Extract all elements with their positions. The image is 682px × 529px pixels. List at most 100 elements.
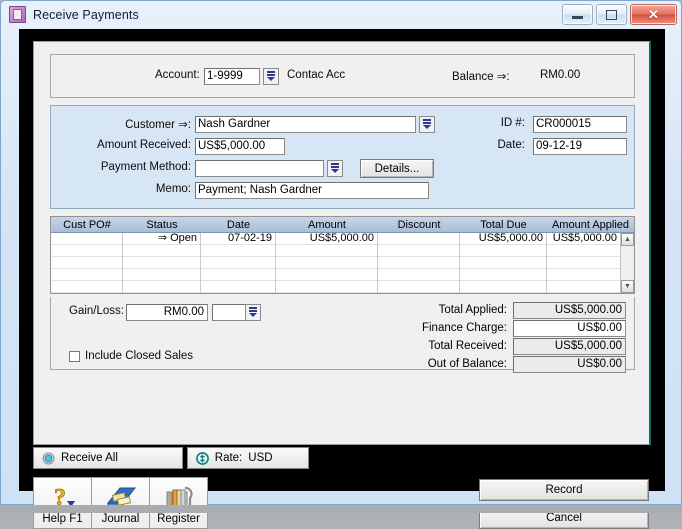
- gain-loss-input[interactable]: RM0.00: [126, 304, 208, 321]
- out-of-balance-label: Out of Balance:: [427, 358, 507, 370]
- column-header-total-due: Total Due: [480, 218, 527, 231]
- cell-empty: [547, 269, 620, 281]
- total-applied-row: Total Applied: US$5,000.00: [371, 301, 626, 319]
- memo-input[interactable]: Payment; Nash Gardner: [195, 182, 429, 199]
- account-input[interactable]: 1-9999: [204, 68, 260, 85]
- id-input[interactable]: CR000015: [533, 116, 627, 133]
- cell-empty: [547, 245, 620, 257]
- totals-list: Total Applied: US$5,000.00 Finance Charg…: [371, 301, 626, 374]
- table-scrollbar[interactable]: ▲ ▼: [620, 233, 634, 293]
- customer-label: Customer ⇒:: [125, 119, 191, 131]
- date-input[interactable]: 09-12-19: [533, 138, 627, 155]
- column-header-amount-applied: Amount Applied: [551, 218, 630, 231]
- total-received-value: US$5,000.00: [513, 337, 626, 355]
- cell-total-due: US$5,000.00: [460, 233, 547, 245]
- scroll-up-icon[interactable]: ▲: [621, 233, 634, 246]
- receive-all-icon: [42, 452, 55, 464]
- cell-empty: [201, 281, 276, 293]
- table-row-empty[interactable]: [51, 281, 634, 293]
- gain-loss-dropdown-button[interactable]: [245, 304, 261, 321]
- cell-empty: [460, 269, 547, 281]
- cell-cust-po: [51, 233, 123, 245]
- cell-empty: [123, 269, 201, 281]
- totals-section: Gain/Loss: RM0.00 Include Closed Sales T…: [50, 297, 635, 373]
- receive-all-button[interactable]: Receive All: [33, 447, 183, 469]
- rate-value: USD: [248, 452, 273, 464]
- scroll-down-icon[interactable]: ▼: [621, 280, 634, 293]
- table-row[interactable]: ⇒ Open 07-02-19 US$5,000.00 US$5,000.00 …: [51, 233, 634, 245]
- amount-received-label: Amount Received:: [97, 139, 191, 151]
- checkbox-icon[interactable]: [69, 350, 80, 362]
- gain-loss-currency-input[interactable]: [212, 304, 246, 321]
- payment-method-input[interactable]: [195, 160, 324, 177]
- gain-loss-label: Gain/Loss:: [69, 305, 124, 317]
- help-button[interactable]: ? Help F1: [33, 477, 92, 529]
- column-header-status: Status: [146, 218, 178, 231]
- amount-received-input[interactable]: US$5,000.00: [195, 138, 285, 155]
- table-row-empty[interactable]: [51, 269, 634, 281]
- invoices-table: Cust PO# Status Date Amount Discount Tot…: [50, 216, 635, 294]
- customer-dropdown-button[interactable]: [419, 116, 435, 133]
- currency-rate-icon: [195, 451, 209, 465]
- journal-button[interactable]: Journal: [91, 477, 150, 529]
- out-of-balance-row: Out of Balance: US$0.00: [371, 355, 626, 373]
- title-bar: Receive Payments ✕: [1, 1, 681, 28]
- cell-empty: [201, 257, 276, 269]
- payment-method-dropdown-button[interactable]: [327, 160, 343, 177]
- cell-empty: [201, 269, 276, 281]
- table-body: ⇒ Open 07-02-19 US$5,000.00 US$5,000.00 …: [51, 233, 634, 293]
- cell-empty: [378, 281, 460, 293]
- column-header-discount: Discount: [397, 218, 441, 231]
- total-applied-value: US$5,000.00: [513, 301, 626, 319]
- receive-payments-window: Receive Payments ✕ Account: 1-9999 Conta…: [0, 0, 682, 529]
- cell-amount: US$5,000.00: [276, 233, 378, 245]
- app-window-icon: [9, 6, 26, 23]
- out-of-balance-value: US$0.00: [513, 355, 626, 373]
- close-button[interactable]: ✕: [630, 4, 677, 25]
- total-received-label: Total Received:: [428, 340, 507, 352]
- include-closed-sales-checkbox[interactable]: Include Closed Sales: [69, 350, 193, 362]
- cell-status: ⇒ Open: [123, 233, 201, 245]
- register-button[interactable]: Register: [149, 477, 208, 529]
- payment-method-label: Payment Method:: [100, 161, 191, 173]
- cell-empty: [51, 281, 123, 293]
- customer-input[interactable]: Nash Gardner: [195, 116, 416, 133]
- cell-amount-applied: US$5,000.00: [552, 233, 617, 244]
- cell-empty: [201, 245, 276, 257]
- cell-empty: [51, 269, 123, 281]
- account-section: Account: 1-9999 Contac Acc Balance ⇒: RM…: [50, 54, 635, 98]
- rate-button[interactable]: Rate: USD: [186, 447, 309, 469]
- table-row-empty[interactable]: [51, 257, 634, 269]
- table-row-empty[interactable]: [51, 245, 634, 257]
- cell-empty: [51, 245, 123, 257]
- column-header-amount: Amount: [308, 218, 346, 231]
- cell-date: 07-02-19: [201, 233, 276, 245]
- finance-charge-row: Finance Charge: US$0.00: [371, 319, 626, 337]
- receive-all-label: Receive All: [61, 452, 118, 464]
- cell-empty: [460, 245, 547, 257]
- desktop-background-strip: [0, 505, 682, 513]
- record-button-label: Record: [545, 484, 583, 496]
- rate-label: Rate:: [214, 452, 243, 464]
- account-dropdown-button[interactable]: [263, 68, 279, 85]
- cell-empty: [378, 257, 460, 269]
- customer-section: Customer ⇒: Nash Gardner ID #: CR000015 …: [50, 105, 635, 209]
- finance-charge-input[interactable]: US$0.00: [513, 319, 626, 337]
- cell-empty: [378, 245, 460, 257]
- cell-empty: [123, 245, 201, 257]
- finance-charge-label: Finance Charge:: [421, 322, 507, 334]
- cell-empty: [378, 269, 460, 281]
- cancel-button-label: Cancel: [546, 512, 582, 524]
- details-button[interactable]: Details...: [360, 159, 434, 178]
- cell-discount: [378, 233, 460, 245]
- column-header-cust-po: Cust PO#: [63, 218, 111, 231]
- account-name-text: Contac Acc: [287, 69, 346, 81]
- record-button[interactable]: Record: [479, 479, 649, 501]
- maximize-button[interactable]: [596, 4, 627, 25]
- client-frame: Account: 1-9999 Contac Acc Balance ⇒: RM…: [19, 29, 665, 529]
- id-label: ID #:: [500, 117, 525, 129]
- memo-label: Memo:: [155, 183, 191, 195]
- total-received-row: Total Received: US$5,000.00: [371, 337, 626, 355]
- minimize-button[interactable]: [562, 4, 593, 25]
- form-surface: Account: 1-9999 Contac Acc Balance ⇒: RM…: [33, 41, 651, 445]
